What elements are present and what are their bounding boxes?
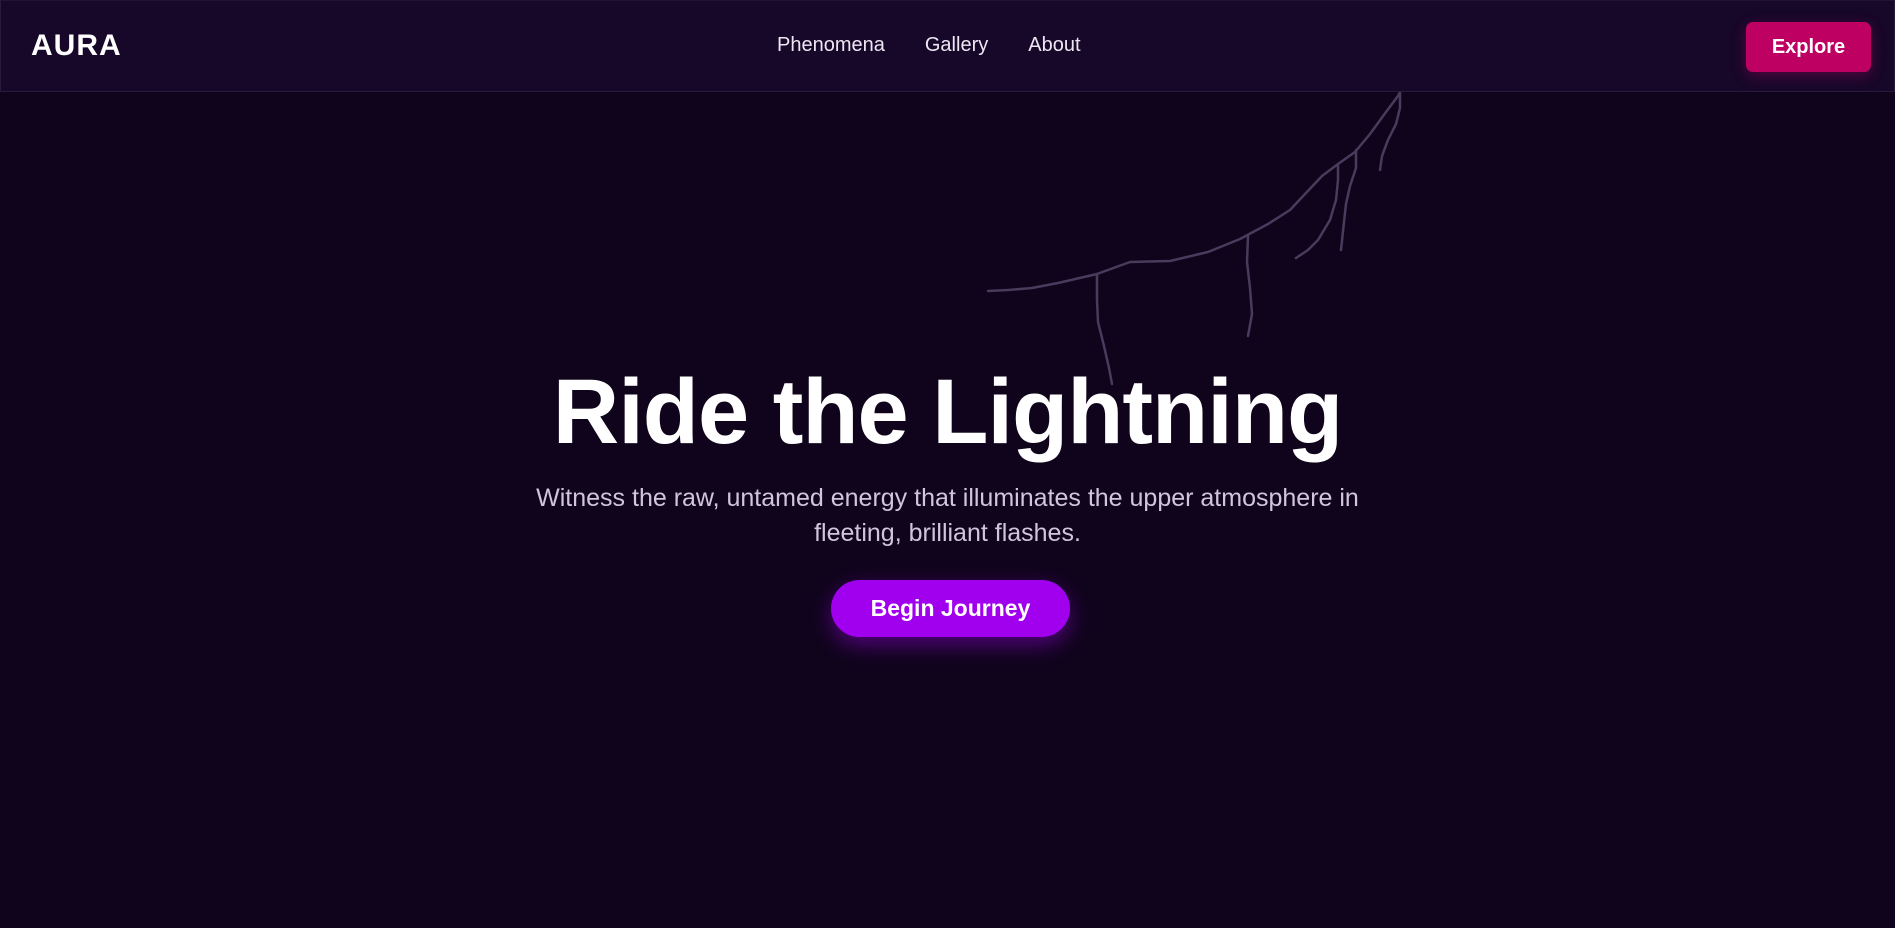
nav-link-gallery[interactable]: Gallery — [925, 34, 988, 57]
top-navbar: AURA Phenomena Gallery About Explore — [0, 0, 1895, 92]
brand-logo[interactable]: AURA — [31, 29, 122, 63]
hero-title: Ride the Lightning — [552, 361, 1343, 463]
lightning-bolt-illustration — [986, 90, 1402, 386]
explore-button[interactable]: Explore — [1746, 22, 1871, 72]
landing-page: AURA Phenomena Gallery About Explore Rid… — [0, 0, 1895, 928]
nav-links: Phenomena Gallery About — [777, 34, 1081, 57]
nav-link-phenomena[interactable]: Phenomena — [777, 34, 885, 57]
nav-link-about[interactable]: About — [1028, 34, 1080, 57]
begin-journey-button[interactable]: Begin Journey — [831, 580, 1070, 637]
hero-subtitle: Witness the raw, untamed energy that ill… — [536, 484, 1359, 547]
